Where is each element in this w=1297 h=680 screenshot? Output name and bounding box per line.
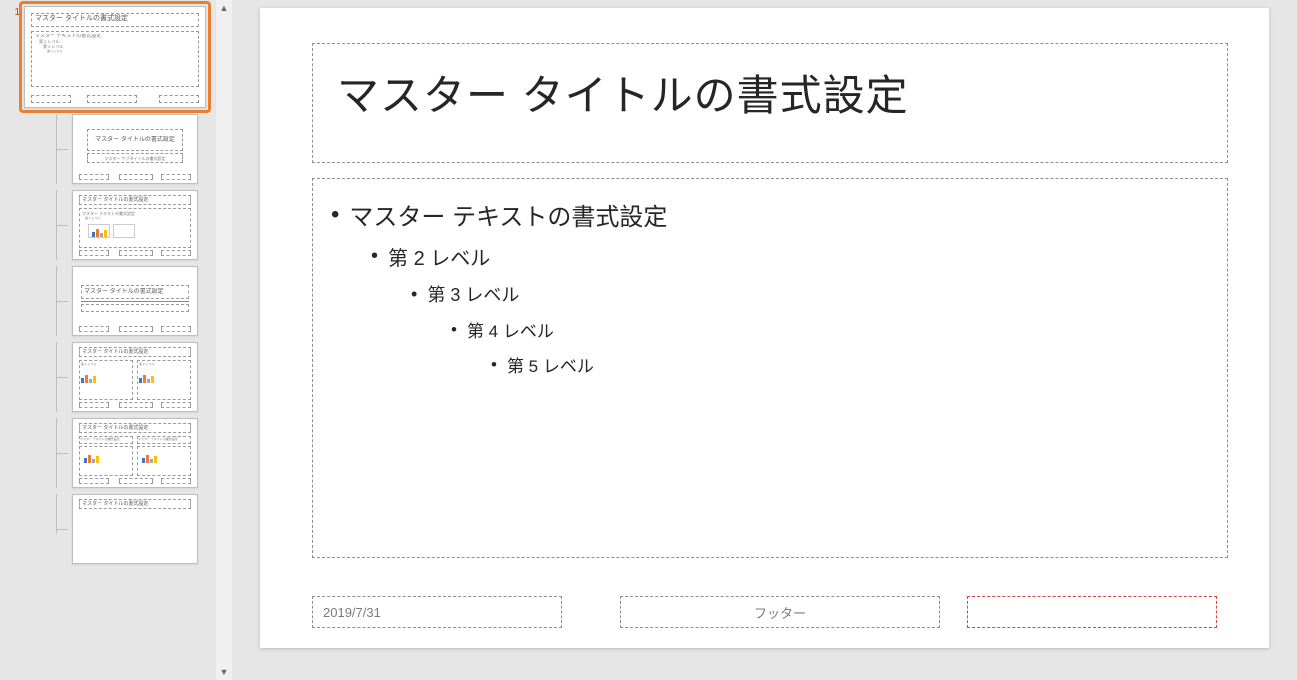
layout-blank-thumb-title: マスター タイトルの書式設定 <box>80 500 190 508</box>
layout-title-thumb-sub: マスター サブタイトルの書式設定 <box>104 156 165 161</box>
thumbnail-layout-title-only[interactable]: マスター タイトルの書式設定 <box>72 494 198 564</box>
slide-master-surface[interactable]: マスター タイトルの書式設定 マスター テキストの書式設定 第 2 レベル 第 … <box>260 8 1269 648</box>
text-level-1: マスター テキストの書式設定 <box>331 197 1209 232</box>
footer-placeholder-text: フッター <box>754 603 806 622</box>
app-root: 1 マスター タイトルの書式設定 マスター テキストの書式設定 第 2 レベル … <box>0 0 1297 680</box>
thumbnail-master-index: 1 <box>10 6 22 20</box>
text-level-2: 第 2 レベル <box>371 242 1209 271</box>
body-text-levels: マスター テキストの書式設定 第 2 レベル 第 3 レベル 第 4 レベル 第… <box>331 197 1209 377</box>
layout-section-thumb-title: マスター タイトルの書式設定 <box>82 288 164 296</box>
date-placeholder[interactable]: 2019/7/31 <box>312 596 562 628</box>
thumbnail-column: 1 マスター タイトルの書式設定 マスター テキストの書式設定 第 2 レベル … <box>0 4 214 564</box>
thumbnail-row-layout-section: マスター タイトルの書式設定 <box>0 266 214 336</box>
thumbnail-row-layout-comparison: マスター タイトルの書式設定 マスター テキストの書式設定 マスター テキストの… <box>0 418 214 488</box>
thumbnail-row-layout-content: マスター タイトルの書式設定 マスター テキストの書式設定 第 2 レベル <box>0 190 214 260</box>
thumbnail-row-layout-title: マスター タイトルの書式設定 マスター サブタイトルの書式設定 <box>0 114 214 184</box>
thumbnail-scrollbar[interactable]: ▲ ▼ <box>216 0 232 680</box>
scroll-down-icon[interactable]: ▼ <box>216 664 232 680</box>
thumbnail-row-master: 1 マスター タイトルの書式設定 マスター テキストの書式設定 第 2 レベル … <box>0 6 214 108</box>
thumbnail-row-layout-title-only: マスター タイトルの書式設定 <box>0 494 214 564</box>
body-placeholder[interactable]: マスター テキストの書式設定 第 2 レベル 第 3 レベル 第 4 レベル 第… <box>312 178 1228 558</box>
text-level-4: 第 4 レベル <box>451 317 1209 342</box>
layout-content-thumb-title: マスター タイトルの書式設定 <box>80 196 190 204</box>
thumbnail-layout-title-slide[interactable]: マスター タイトルの書式設定 マスター サブタイトルの書式設定 <box>72 114 198 184</box>
thumbnail-layout-two-content[interactable]: マスター タイトルの書式設定 第 2 レベル 第 2 レベル <box>72 342 198 412</box>
footer-placeholder[interactable]: フッター <box>620 596 940 628</box>
layout-two-thumb-title: マスター タイトルの書式設定 <box>80 348 190 356</box>
text-level-5: 第 5 レベル <box>491 352 1209 377</box>
title-placeholder-text: マスター タイトルの書式設定 <box>337 62 1203 123</box>
thumbnail-slide-master[interactable]: マスター タイトルの書式設定 マスター テキストの書式設定 第 2 レベル 第 … <box>24 6 206 108</box>
master-thumb-title: マスター タイトルの書式設定 <box>32 14 198 24</box>
thumbnail-layout-section-header[interactable]: マスター タイトルの書式設定 <box>72 266 198 336</box>
layout-cmp-thumb-title: マスター タイトルの書式設定 <box>80 424 190 432</box>
scroll-up-icon[interactable]: ▲ <box>216 0 232 16</box>
slide-number-placeholder[interactable] <box>967 596 1217 628</box>
thumbnail-row-layout-two-content: マスター タイトルの書式設定 第 2 レベル 第 2 レベル <box>0 342 214 412</box>
title-placeholder[interactable]: マスター タイトルの書式設定 <box>312 43 1228 163</box>
thumbnail-layout-title-content[interactable]: マスター タイトルの書式設定 マスター テキストの書式設定 第 2 レベル <box>72 190 198 260</box>
slide-editor-canvas[interactable]: マスター タイトルの書式設定 マスター テキストの書式設定 第 2 レベル 第 … <box>232 0 1297 680</box>
thumbnail-layout-comparison[interactable]: マスター タイトルの書式設定 マスター テキストの書式設定 マスター テキストの… <box>72 418 198 488</box>
slide-master-thumbnail-panel: 1 マスター タイトルの書式設定 マスター テキストの書式設定 第 2 レベル … <box>0 0 232 680</box>
master-thumb-l4: 第 4 レベル <box>47 49 195 54</box>
text-level-3: 第 3 レベル <box>411 281 1209 307</box>
date-placeholder-text: 2019/7/31 <box>323 605 381 620</box>
layout-title-thumb-title: マスター タイトルの書式設定 <box>95 136 175 144</box>
